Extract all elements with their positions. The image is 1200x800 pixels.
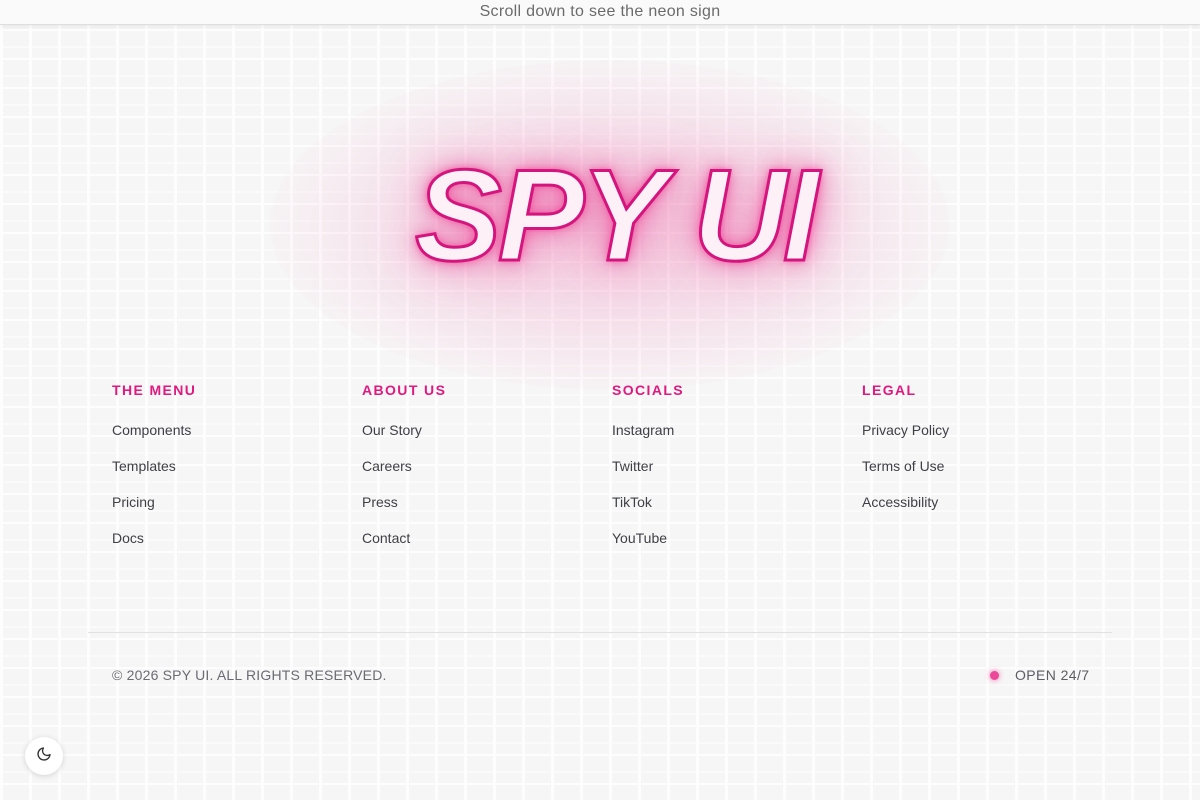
neon-sign: SPY UI bbox=[414, 142, 821, 288]
footer-heading-about: ABOUT US bbox=[362, 382, 447, 398]
footer-link-careers[interactable]: Careers bbox=[362, 456, 612, 492]
status-dot-icon bbox=[990, 670, 999, 680]
footer-link-pricing[interactable]: Pricing bbox=[112, 492, 362, 528]
footer-link-contact[interactable]: Contact bbox=[362, 528, 612, 564]
footer-link-components[interactable]: Components bbox=[112, 420, 362, 456]
footer-heading-legal: LEGAL bbox=[862, 382, 917, 398]
footer-column-legal: LEGAL Privacy Policy Terms of Use Access… bbox=[862, 382, 1112, 564]
theme-toggle-button[interactable] bbox=[25, 737, 63, 775]
footer-heading-socials: SOCIALS bbox=[612, 382, 685, 398]
footer-divider bbox=[88, 632, 1112, 633]
footer-link-tiktok[interactable]: TikTok bbox=[612, 492, 862, 528]
footer-link-templates[interactable]: Templates bbox=[112, 456, 362, 492]
footer-link-docs[interactable]: Docs bbox=[112, 528, 362, 564]
copyright-text: © 2026 SPY UI. ALL RIGHTS RESERVED. bbox=[112, 667, 387, 683]
footer-link-youtube[interactable]: YouTube bbox=[612, 528, 862, 564]
scroll-hint-banner: Scroll down to see the neon sign bbox=[0, 0, 1200, 25]
footer-column-about: ABOUT US Our Story Careers Press Contact bbox=[362, 382, 612, 564]
footer-link-accessibility[interactable]: Accessibility bbox=[862, 492, 1112, 528]
open-status: OPEN 24/7 bbox=[990, 667, 1089, 683]
footer-column-socials: SOCIALS Instagram Twitter TikTok YouTube bbox=[612, 382, 862, 564]
footer-link-privacy-policy[interactable]: Privacy Policy bbox=[862, 420, 1112, 456]
footer-column-menu: THE MENU Components Templates Pricing Do… bbox=[112, 382, 362, 564]
footer-heading-menu: THE MENU bbox=[112, 382, 197, 398]
moon-icon bbox=[36, 746, 52, 767]
scroll-hint-text: Scroll down to see the neon sign bbox=[479, 3, 721, 20]
footer-link-our-story[interactable]: Our Story bbox=[362, 420, 612, 456]
footer-link-terms-of-use[interactable]: Terms of Use bbox=[862, 456, 1112, 492]
footer-link-instagram[interactable]: Instagram bbox=[612, 420, 862, 456]
footer-link-twitter[interactable]: Twitter bbox=[612, 456, 862, 492]
footer-columns: THE MENU Components Templates Pricing Do… bbox=[112, 382, 1112, 564]
status-text: OPEN 24/7 bbox=[1015, 667, 1090, 683]
footer-link-press[interactable]: Press bbox=[362, 492, 612, 528]
